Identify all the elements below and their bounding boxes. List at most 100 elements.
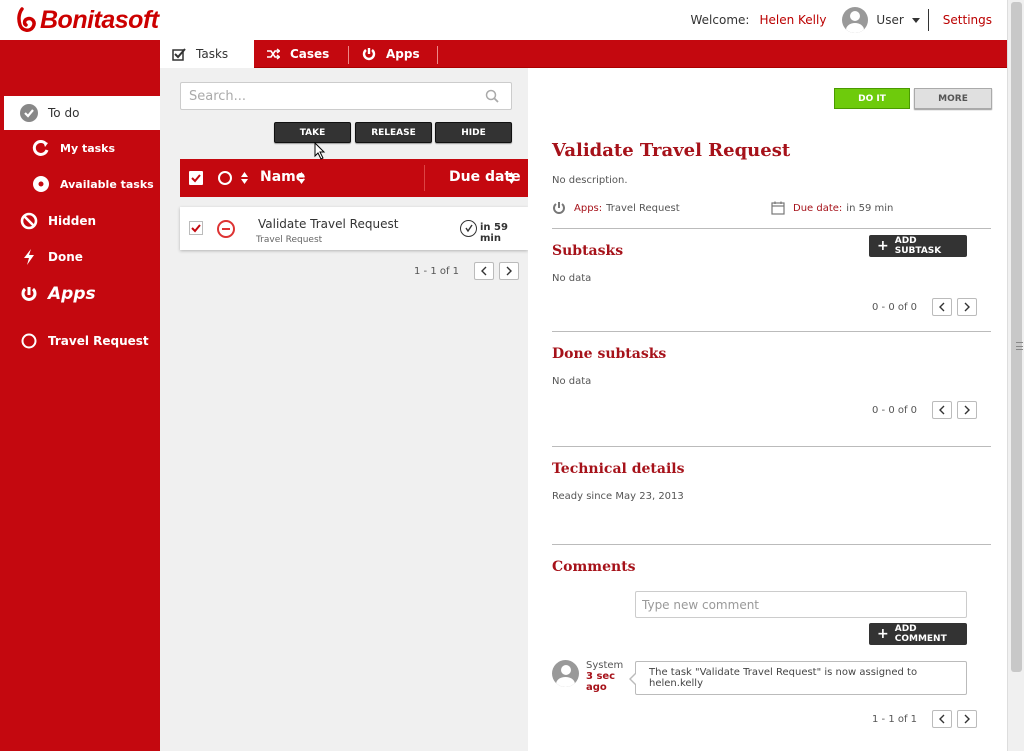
subtasks-empty: No data [552,273,592,284]
pager-prev-button[interactable] [932,710,953,728]
task-list-header: Name Due date [180,159,528,197]
done-subtasks-empty: No data [552,376,592,387]
tab-tasks[interactable]: Tasks [160,40,254,68]
more-button[interactable]: MORE [914,88,992,109]
select-all-checkbox[interactable] [189,171,203,185]
pager-next-button[interactable] [957,298,978,316]
sort-priority-icon[interactable] [241,172,248,184]
mouse-cursor-icon [314,142,326,160]
sidebar-item-todo[interactable]: To do [4,96,160,130]
sort-name-icon[interactable] [298,172,305,184]
user-menu-label[interactable]: User [876,13,903,27]
subtasks-pager: 0 - 0 of 0 [872,298,978,316]
calendar-icon [771,201,785,215]
pager-prev-button[interactable] [932,298,953,316]
comment-text: The task "Validate Travel Request" is no… [649,667,918,689]
welcome-user-name: Helen Kelly [759,13,827,27]
task-apps-meta: Apps: Travel Request [552,201,680,215]
pager-text: 0 - 0 of 0 [872,404,918,416]
circle-icon [20,332,38,350]
ban-icon [20,212,38,230]
pager-next-button[interactable] [499,262,520,280]
task-due-meta: Due date: in 59 min [771,201,893,215]
apps-value: Travel Request [606,202,680,214]
apps-icon [20,285,38,303]
add-comment-button[interactable]: + ADD COMMENT [869,623,967,645]
bonitasoft-logo[interactable]: Bonitasoft [16,6,159,34]
comment-time: 3 sec ago [586,671,616,693]
sidebar-item-label: To do [48,106,80,120]
priority-column-icon [218,171,232,185]
do-it-button[interactable]: DO IT [834,88,910,109]
sidebar-item-travel-request[interactable]: Travel Request [0,324,160,358]
table-row[interactable]: Validate Travel Request Travel Request i… [180,207,528,250]
apps-icon [362,47,376,61]
done-subtasks-pager: 0 - 0 of 0 [872,401,978,419]
pager-prev-button[interactable] [932,401,953,419]
comment-input[interactable] [636,592,966,617]
task-name[interactable]: Validate Travel Request [258,217,398,231]
pager-next-button[interactable] [957,710,978,728]
hide-button[interactable]: HIDE [435,122,512,143]
technical-details-text: Ready since May 23, 2013 [552,491,684,502]
take-button[interactable]: TAKE [274,122,351,143]
task-description: No description. [552,175,628,186]
refresh-icon [32,139,50,157]
sidebar-section-apps[interactable]: Apps [0,277,160,311]
sidebar-item-label: Apps [48,284,96,304]
sidebar-item-available-tasks[interactable]: Available tasks [0,167,160,201]
done-subtasks-title: Done subtasks [552,346,667,362]
logo-mark-icon [17,7,36,32]
sidebar-item-my-tasks[interactable]: My tasks [0,131,160,165]
apps-label: Apps: [574,202,603,214]
due-date-label: Due date: [793,202,843,214]
welcome-label: Welcome: [690,13,750,27]
search-box [180,82,512,110]
chevron-down-icon[interactable] [911,17,920,23]
user-area: Welcome: Helen Kelly User Settings [691,0,992,40]
search-input[interactable] [181,83,471,109]
sidebar-item-label: Hidden [48,214,97,228]
comments-pager: 1 - 1 of 1 [872,710,978,728]
settings-link[interactable]: Settings [943,13,992,27]
comment-author: System [586,660,624,671]
tab-divider [437,46,438,64]
pager-next-button[interactable] [957,401,978,419]
tab-cases[interactable]: Cases [254,40,348,68]
pager-prev-button[interactable] [474,262,495,280]
comment-box [635,591,967,618]
comment-avatar-icon [552,660,579,687]
clock-icon [460,220,477,237]
apps-icon [552,201,566,215]
task-list-pager: 1 - 1 of 1 [414,262,520,280]
task-detail-pane: DO IT MORE Validate Travel Request No de… [528,68,1007,751]
plus-icon: + [877,238,889,254]
due-date-value: in 59 min [846,202,894,214]
header-divider [927,9,929,31]
page-scrollbar[interactable] [1007,0,1024,751]
pager-text: 1 - 1 of 1 [872,713,918,725]
tab-divider [348,46,349,64]
divider [552,446,991,447]
add-subtask-label: ADD SUBTASK [894,236,942,256]
release-button[interactable]: RELEASE [355,122,432,143]
row-checkbox[interactable] [189,221,203,235]
sidebar-item-hidden[interactable]: Hidden [0,204,160,238]
check-circle-icon [20,104,38,122]
sidebar-item-done[interactable]: Done [0,240,160,274]
tab-apps[interactable]: Apps [350,40,436,68]
column-divider [424,165,425,191]
tab-label: Tasks [196,47,229,61]
sort-due-date-icon[interactable] [508,172,515,184]
divider [552,331,991,332]
scrollbar-grip-icon [1016,342,1023,350]
search-icon[interactable] [485,89,499,103]
scrollbar-thumb[interactable] [1011,2,1023,672]
comments-title: Comments [552,559,636,575]
add-subtask-button[interactable]: + ADD SUBTASK [869,235,967,257]
task-app-name: Travel Request [256,235,323,245]
bolt-icon [20,248,38,266]
main-tabs: Tasks Cases Apps [160,40,1007,68]
user-avatar-icon[interactable] [842,7,869,33]
subtasks-title: Subtasks [552,243,624,259]
